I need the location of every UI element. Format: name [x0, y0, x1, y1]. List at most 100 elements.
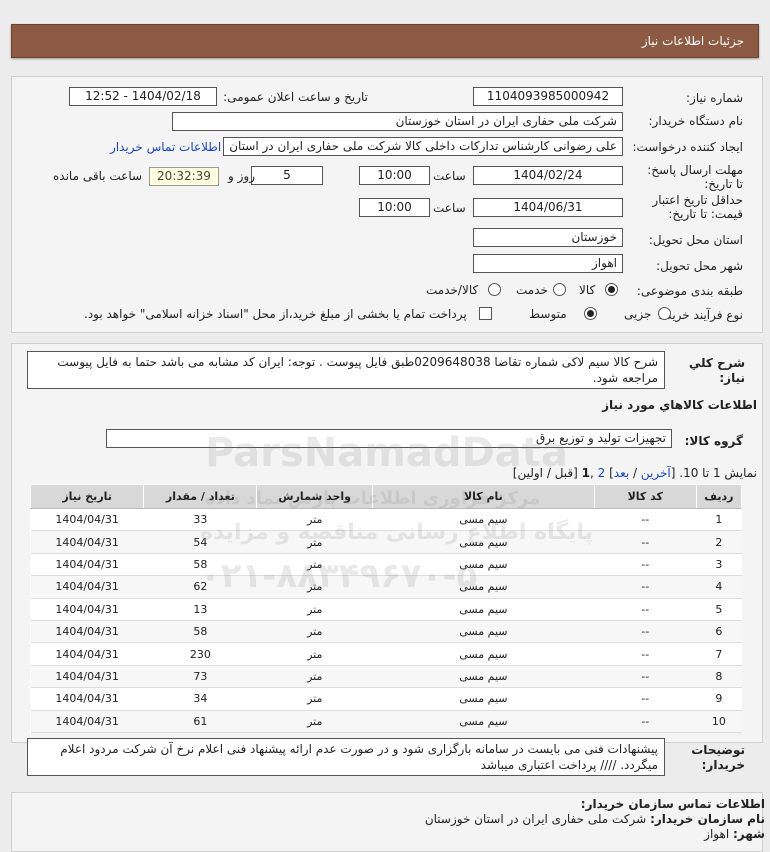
need-date-cell: 1404/04/31 [30, 598, 144, 621]
goods-code-cell: -- [594, 687, 697, 711]
row-no-cell: 10 [696, 710, 742, 733]
pager-last-link[interactable]: آخرین [641, 466, 671, 480]
table-row: 8 -- سیم مسی متر 73 1404/04/31 [30, 665, 742, 689]
city-label: شهر محل تحویل: [656, 259, 743, 273]
unit-cell: متر [256, 642, 373, 666]
need-date-cell: 1404/04/31 [30, 665, 144, 689]
unit-cell: متر [256, 710, 373, 733]
deadline-label-text: مهلت ارسال پاسخ: تا تاریخ: [647, 163, 743, 191]
need-date-cell: 1404/04/31 [30, 575, 144, 599]
validity-time-field[interactable]: 10:00 [359, 198, 430, 217]
description-field[interactable]: شرح کالا سیم لاکی شماره تقاضا 0209648038… [27, 351, 665, 389]
goods-code-cell: -- [594, 575, 697, 599]
unit-cell: متر [256, 620, 373, 644]
remaining-time-field: 20:32:39 [149, 167, 219, 186]
treasury-checkbox[interactable] [479, 307, 492, 320]
goods-group-field[interactable]: تجهیزات تولید و توزیع برق [106, 429, 672, 448]
days-label: روز و [228, 169, 255, 183]
table-row: 1 -- سیم مسی متر 33 1404/04/31 [30, 508, 742, 532]
unit-cell: متر [256, 687, 373, 711]
quantity-cell: 34 [143, 687, 257, 711]
row-no-cell: 6 [696, 620, 742, 644]
col-row-no: ردیف [695, 484, 743, 509]
row-no-cell: 4 [696, 575, 742, 599]
deadline-time-label: ساعت [433, 169, 466, 183]
need-date-cell: 1404/04/31 [30, 642, 144, 666]
purchase-radio-medium[interactable] [584, 307, 597, 320]
page-title: جزئیات اطلاعات نیاز [641, 34, 744, 48]
table-row: 4 -- سیم مسی متر 62 1404/04/31 [30, 575, 742, 599]
goods-name-cell: سیم مسی [372, 530, 595, 554]
validity-label: حداقل تاریخ اعتبار قیمت: تا تاریخ: [628, 193, 743, 221]
need-date-cell: 1404/04/31 [30, 710, 144, 733]
city-field[interactable]: اهواز [473, 254, 623, 273]
goods-code-cell: -- [594, 710, 697, 733]
table-row: 5 -- سیم مسی متر 13 1404/04/31 [30, 598, 742, 621]
goods-name-cell: سیم مسی [372, 575, 595, 599]
category-radio-goods[interactable] [605, 283, 618, 296]
pager-slash: / [629, 466, 641, 480]
contact-org-label: نام سازمان خریدار: [650, 812, 765, 826]
treasury-note: پرداخت تمام یا بخشی از مبلغ خرید،از محل … [84, 307, 467, 321]
buyer-label: نام دستگاه خریدار: [648, 114, 744, 128]
contact-org-row: نام سازمان خریدار: شرکت ملی حفاری ایران … [425, 812, 765, 826]
col-goods-code: کد کالا [593, 484, 697, 509]
buyer-field[interactable]: شرکت ملی حفاری ایران در استان خوزستان [172, 112, 623, 131]
validity-time-label: ساعت [433, 201, 466, 215]
row-no-cell: 2 [696, 530, 742, 554]
purchase-radio-minor[interactable] [658, 307, 671, 320]
pager-tail: [قبل / اولین] [512, 466, 582, 480]
category-label: طبقه بندی موضوعی: [636, 284, 743, 298]
goods-table: ردیف کد کالا نام کالا واحد شمارش تعداد /… [29, 484, 743, 733]
goods-name-cell: سیم مسی [372, 553, 595, 577]
row-no-cell: 1 [696, 508, 742, 532]
days-field[interactable]: 5 [251, 166, 323, 185]
deadline-label: مهلت ارسال پاسخ: تا تاریخ: [643, 163, 743, 191]
creator-label: ایجاد کننده درخواست: [632, 140, 743, 154]
creator-field[interactable]: علی رضوانی کارشناس تدارکات داخلی کالا شر… [223, 137, 623, 156]
goods-name-cell: سیم مسی [372, 710, 595, 733]
pager-next-link[interactable]: بعد [614, 466, 629, 480]
category-radio-service[interactable] [553, 283, 566, 296]
purchase-type-label: نوع فرآیند خرید : [658, 308, 743, 322]
pager-prefix: نمایش 1 تا 10. [ [670, 466, 757, 480]
need-number-field[interactable]: 1104093985000942 [473, 87, 623, 106]
category-option-both: کالا/خدمت [426, 283, 479, 297]
pager-mid: ] [605, 466, 614, 480]
quantity-cell: 230 [143, 642, 257, 666]
unit-cell: متر [256, 553, 373, 577]
quantity-cell: 58 [143, 553, 257, 577]
province-field[interactable]: خوزستان [473, 228, 623, 247]
goods-section-title: اطلاعات کالاهاي مورد نياز [602, 398, 757, 412]
need-date-cell: 1404/04/31 [30, 620, 144, 644]
unit-cell: متر [256, 598, 373, 621]
remaining-label: ساعت باقی مانده [53, 169, 143, 183]
col-quantity: تعداد / مقدار [143, 484, 258, 509]
need-date-cell: 1404/04/31 [30, 687, 144, 711]
purchase-option-minor: جزیی [624, 307, 652, 321]
announce-field[interactable]: 1404/02/18 - 12:52 [69, 87, 217, 106]
goods-code-cell: -- [594, 530, 697, 554]
table-row: 2 -- سیم مسی متر 54 1404/04/31 [30, 530, 742, 554]
validity-date-field[interactable]: 1404/06/31 [473, 198, 623, 217]
goods-name-cell: سیم مسی [372, 598, 595, 621]
contact-org-value: شرکت ملی حفاری ایران در استان خوزستان [424, 812, 647, 826]
category-radio-both[interactable] [488, 283, 501, 296]
buyer-contact-link[interactable]: اطلاعات تماس خریدار [110, 140, 221, 154]
col-unit: واحد شمارش [256, 484, 373, 509]
pagination: نمایش 1 تا 10. [آخرین / بعد] 2 ,1 [قبل /… [513, 466, 757, 480]
deadline-time-field[interactable]: 10:00 [359, 166, 430, 185]
pager-current-page: 1 [581, 466, 590, 480]
need-date-cell: 1404/04/31 [30, 508, 144, 532]
province-label: استان محل تحویل: [648, 233, 743, 247]
buyer-notes-field[interactable]: پیشنهادات فنی می بایست در سامانه بارگزار… [27, 738, 665, 776]
deadline-date-field[interactable]: 1404/02/24 [473, 166, 623, 185]
quantity-cell: 62 [143, 575, 257, 599]
contact-city-row: شهر: اهواز [704, 827, 765, 841]
contact-city-label: شهر: [733, 827, 765, 841]
table-row: 3 -- سیم مسی متر 58 1404/04/31 [30, 553, 742, 577]
quantity-cell: 61 [143, 710, 257, 733]
quantity-cell: 54 [143, 530, 257, 554]
announce-label: تاریخ و ساعت اعلان عمومی: [223, 90, 368, 104]
buyer-notes-label-text: توضیحات خریدار: [691, 743, 745, 772]
